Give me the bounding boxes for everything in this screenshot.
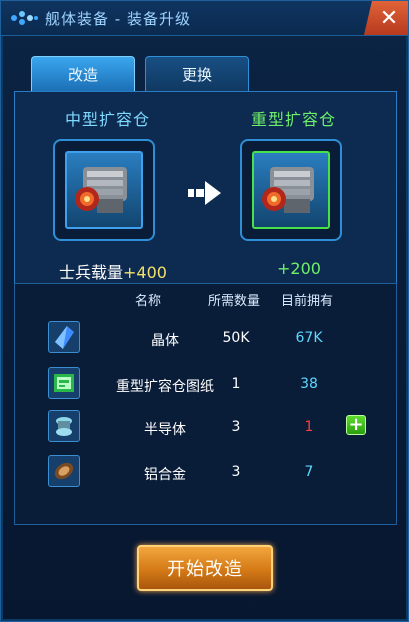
engine-module-icon	[262, 167, 314, 213]
current-item-name: 中型扩容仓	[65, 110, 151, 129]
tab-replace[interactable]: 更换	[145, 56, 249, 91]
target-stat-value: +200	[277, 259, 321, 278]
current-stat: 士兵载量+400	[59, 259, 167, 283]
engine-module-icon	[75, 167, 127, 213]
semiconductor-icon	[48, 410, 80, 442]
material-owned: 67K	[295, 330, 323, 346]
table-row: 半导体 3 1 +	[15, 408, 396, 452]
close-button[interactable]: ✕	[364, 1, 408, 35]
materials-table: 名称 所需数量 目前拥有 晶体 50K 67K 重型扩容仓图纸 1 38 半导体…	[14, 283, 397, 525]
crystal-icon	[48, 321, 80, 353]
plus-icon: +	[348, 414, 364, 435]
material-required: 3	[231, 464, 241, 480]
header-owned: 目前拥有	[281, 294, 334, 309]
add-material-button[interactable]: +	[346, 415, 366, 435]
header-required: 所需数量	[208, 294, 261, 309]
current-stat-value: +400	[123, 263, 167, 282]
blueprint-icon	[48, 367, 80, 399]
material-owned: 7	[304, 464, 314, 480]
close-icon: ✕	[379, 5, 399, 31]
tab-modify[interactable]: 改造	[31, 56, 135, 91]
window-title: 舰体装备 - 装备升级	[45, 10, 191, 28]
material-required: 3	[231, 419, 241, 435]
material-required: 1	[231, 376, 241, 392]
material-owned: 1	[304, 419, 314, 435]
aluminum-alloy-icon	[48, 455, 80, 487]
start-modify-button[interactable]: 开始改造	[137, 545, 273, 591]
upgrade-preview: 中型扩容仓 重型扩容仓 士兵载量+400 +200	[14, 91, 397, 288]
table-row: 铝合金 3 7	[15, 453, 396, 497]
header-name: 名称	[135, 294, 162, 309]
upgrade-arrow-icon	[188, 181, 221, 205]
target-item-name: 重型扩容仓	[251, 110, 337, 129]
title-bar: 舰体装备 - 装备升级 ✕	[1, 1, 408, 36]
table-row: 重型扩容仓图纸 1 38	[15, 365, 396, 409]
target-item-slot[interactable]	[240, 139, 342, 241]
table-row: 晶体 50K 67K	[15, 319, 396, 363]
upgrade-dialog: 舰体装备 - 装备升级 ✕ 改造 更换 中型扩容仓 重型扩容仓 士兵载量+400…	[0, 0, 409, 622]
current-item-slot[interactable]	[53, 139, 155, 241]
equipment-icon	[11, 11, 38, 25]
stat-label: 士兵载量	[59, 263, 124, 282]
material-required: 50K	[222, 330, 250, 346]
material-owned: 38	[300, 376, 318, 392]
